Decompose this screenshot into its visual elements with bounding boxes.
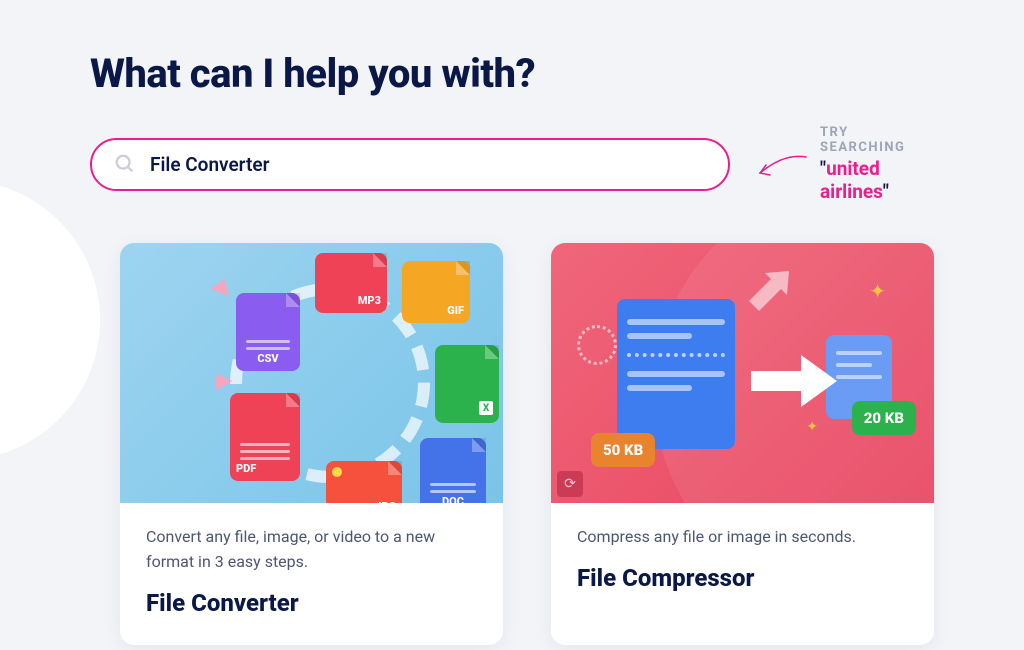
compress-arrow-icon xyxy=(739,261,803,325)
page-title: What can I help you with? xyxy=(90,50,934,97)
sparkle-icon: ✦ xyxy=(869,279,886,303)
search-row: TRY SEARCHING "united airlines" xyxy=(90,125,934,203)
search-box[interactable] xyxy=(90,138,730,191)
card-body: Compress any file or image in seconds. F… xyxy=(551,503,934,620)
gif-icon: GIF xyxy=(402,261,470,323)
cards-row: CSV MP3 GIF X PDF JPG xyxy=(90,243,934,645)
card-file-compressor[interactable]: ✦ ✦ xyxy=(551,243,934,645)
refresh-icon: ⟳ xyxy=(557,471,583,497)
card-body: Convert any file, image, or video to a n… xyxy=(120,503,503,645)
card-description: Convert any file, image, or video to a n… xyxy=(146,525,477,575)
sparkle-icon: ✦ xyxy=(806,419,818,435)
doc-icon: DOC xyxy=(420,438,486,503)
card-file-converter[interactable]: CSV MP3 GIF X PDF JPG xyxy=(120,243,503,645)
card-title: File Converter xyxy=(146,589,477,617)
file-converter-illustration: CSV MP3 GIF X PDF JPG xyxy=(120,243,503,503)
hint-label: TRY SEARCHING xyxy=(820,125,934,155)
file-compressor-illustration: ✦ ✦ xyxy=(551,243,934,503)
size-badge-large: 50 KB xyxy=(591,433,655,467)
hint-arrow-icon xyxy=(754,151,808,185)
search-icon xyxy=(114,153,136,175)
search-hint: TRY SEARCHING "united airlines" xyxy=(754,125,934,203)
search-input[interactable] xyxy=(150,153,706,176)
hint-highlight: united airlines xyxy=(820,157,883,203)
arrow-right-icon xyxy=(751,353,841,413)
pdf-icon: PDF xyxy=(230,393,300,481)
jpg-icon: JPG xyxy=(326,461,402,503)
csv-icon: CSV xyxy=(236,293,300,371)
xls-icon: X xyxy=(435,345,499,423)
hint-example: "united airlines" xyxy=(820,157,934,203)
size-badge-small: 20 KB xyxy=(852,401,916,435)
document-large-icon xyxy=(617,299,735,449)
card-description: Compress any file or image in seconds. xyxy=(577,525,908,550)
mp3-icon: MP3 xyxy=(315,253,387,313)
card-title: File Compressor xyxy=(577,564,908,592)
